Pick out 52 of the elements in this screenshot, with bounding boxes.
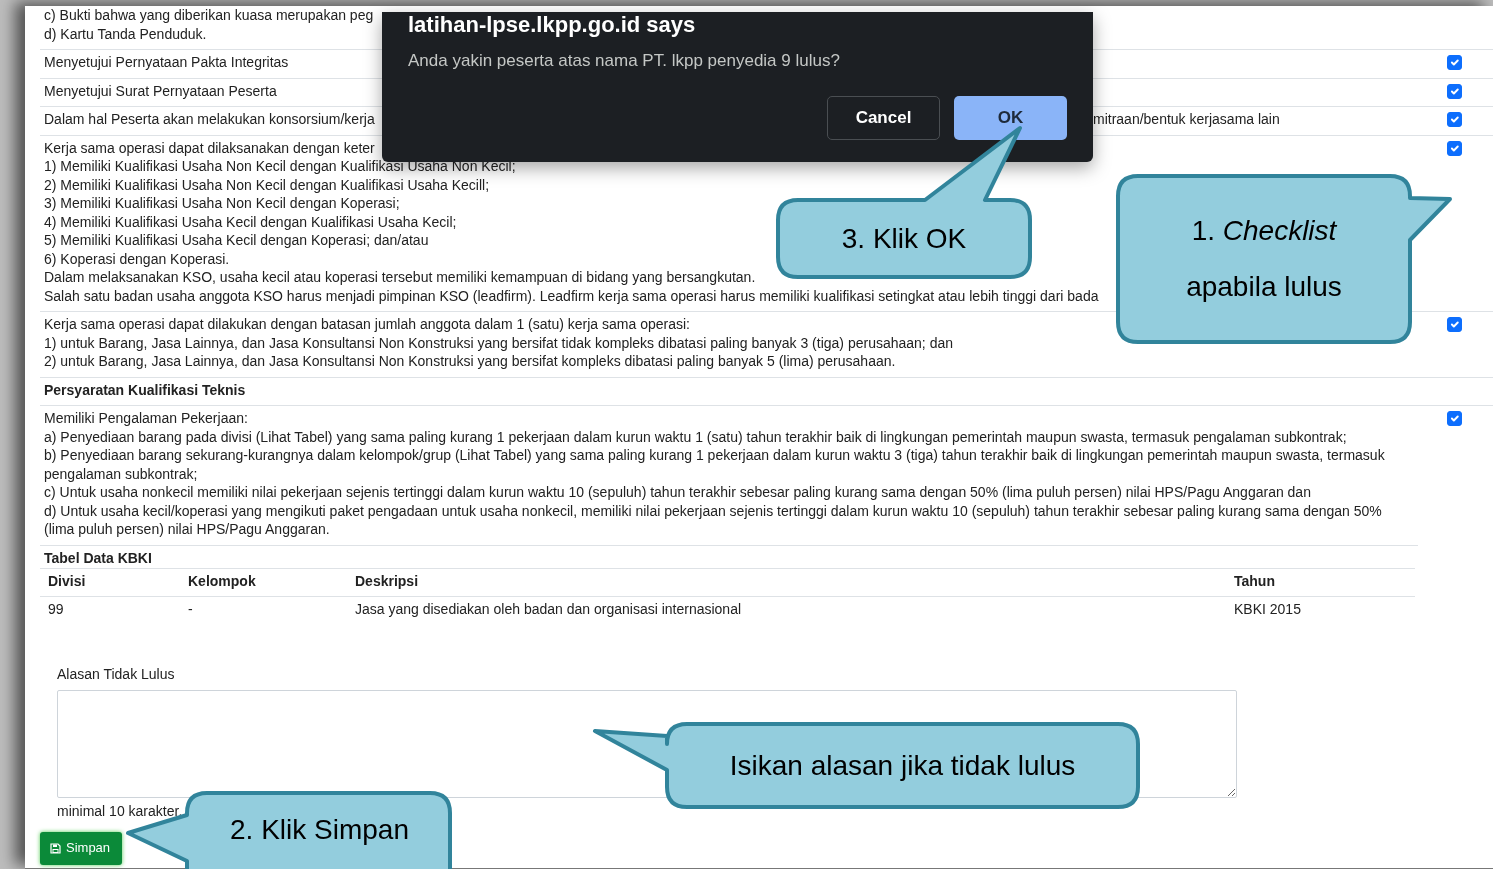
requirement-text: d) Kartu Tanda Penduduk. <box>44 24 207 43</box>
column-header: Deskripsi <box>347 568 1226 596</box>
checkbox[interactable] <box>1447 55 1462 70</box>
requirement-text: 2) Memiliki Kualifikasi Usaha Non Kecil dengan Kualifikasi Usaha Kecill; <box>44 175 490 194</box>
table-cell: KBKI 2015 <box>1226 595 1415 623</box>
requirement-text: mitraan/bentuk kerjasama lain <box>1093 110 1280 129</box>
table-cell: Jasa yang disediakan oleh badan dan organisasi internasional <box>347 595 1226 623</box>
requirement-text: Menyetujui Pernyataan Pakta Integritas <box>44 53 289 72</box>
field-label: Alasan Tidak Lulus <box>57 665 175 684</box>
callout-text: 3. Klik OK <box>841 221 967 256</box>
requirement-text: d) Untuk usaha kecil/koperasi yang mengikuti paket pengadaan untuk usaha nonkecil, memiliki nilai pekerjaan sejenis tertinggi dalam kurun waktu 10 (sepuluh) tahun terakhir sebesar paling kurang sama dengan 50% <box>44 501 1382 520</box>
requirement-text: Memiliki Pengalaman Pekerjaan: <box>44 409 248 428</box>
requirement-text: Salah satu badan usaha anggota KSO harus menjadi pimpinan KSO (leadfirm). Leadfirm kerja sama operasi harus memiliki kualifikasi setingkat atau lebih tinggi dari bada <box>44 286 1099 305</box>
table-title: Tabel Data KBKI <box>40 544 1418 568</box>
dialog-title: latihan-lpse.lkpp.go.id says <box>408 12 697 38</box>
requirement-text: Dalam hal Peserta akan melakukan konsorsium/kerja <box>44 111 375 127</box>
callout-text: 2. Klik Simpan <box>230 813 409 847</box>
table-cell: - <box>180 595 347 623</box>
requirement-text: 3) Memiliki Kualifikasi Usaha Non Kecil dengan Koperasi; <box>44 194 400 213</box>
requirement-text: a) Penyediaan barang pada divisi (Lihat Tabel) yang sama paling kurang 1 pekerjaan dalam kurun waktu 1 (satu) tahun terakhir baik di lingkungan pemerintah maupun swasta, termasuk pengalaman subkontrak; <box>44 427 1347 446</box>
column-header: Kelompok <box>180 568 347 596</box>
requirement-text: c) Untuk usaha nonkecil memiliki nilai pekerjaan sejenis tertinggi dalam kurun waktu 10 (sepuluh) tahun terakhir sebesar paling kurang sama dengan 50% (lima puluh persen) nilai HPS/Pagu Anggaran dan <box>44 483 1311 502</box>
callout-text: apabila lulus <box>1186 270 1342 304</box>
requirement-text: 1) untuk Barang, Jasa Lainnya, dan Jasa Konsultansi Non Konstruksi yang bersifat tidak kompleks dibatasi paling banyak 3 (tiga) perusahaan; dan <box>44 333 953 352</box>
checkbox[interactable] <box>1447 83 1462 99</box>
ok-button[interactable]: OK <box>954 95 1067 140</box>
hint-text: minimal 10 karakter. <box>57 801 183 820</box>
section-heading: Persyaratan Kualifikasi Teknis <box>44 380 246 399</box>
requirement-text: Kerja sama operasi dapat dilakukan dengan batasan jumlah anggota dalam 1 (satu) kerja sama operasi: <box>44 315 690 334</box>
requirement-text: Menyetujui Surat Pernyataan Peserta <box>44 81 277 100</box>
callout-text: 1. Checklist <box>1191 214 1337 248</box>
column-header: Tahun <box>1226 568 1415 596</box>
requirement-text: (lima puluh persen) nilai HPS/Pagu Anggaran. <box>44 520 330 539</box>
save-button[interactable]: Simpan <box>40 832 123 865</box>
requirement-text: 6) Koperasi dengan Koperasi. <box>44 249 230 268</box>
requirement-text: 2) untuk Barang, Jasa Lainnya, dan Jasa Konsultansi Non Konstruksi yang bersifat kompleks dibatasi paling banyak 5 (lima) perusahaan. <box>44 352 896 371</box>
checkbox[interactable] <box>1447 317 1462 332</box>
checkbox[interactable] <box>1447 112 1462 127</box>
callout-text: Isikan alasan jika tidak lulus <box>729 748 1076 783</box>
table-cell: 99 <box>40 595 180 623</box>
cancel-button[interactable]: Cancel <box>827 95 940 140</box>
dialog-message: Anda yakin peserta atas nama PT. lkpp penyedia 9 lulus? <box>408 50 841 72</box>
column-header: Divisi <box>40 568 180 596</box>
requirement-text: 5) Memiliki Kualifikasi Usaha Kecil dengan Koperasi; dan/atau <box>44 231 429 250</box>
requirement-text: b) Penyediaan barang sekurang-kurangnya dalam kelompok/grup (Lihat Tabel) yang sama paling kurang 1 pekerjaan dalam kurun waktu 3 (tiga) tahun terakhir baik di lingkungan pemerintah maupun swasta, termasuk <box>44 446 1385 465</box>
requirement-text: Dalam melaksanakan KSO, usaha kecil atau koperasi tersebut memiliki kemampuan di bidang yang bersangkutan. <box>44 268 756 287</box>
checkbox[interactable] <box>1447 411 1462 426</box>
requirement-text: 4) Memiliki Kualifikasi Usaha Kecil dengan Kualifikasi Usaha Kecil; <box>44 212 457 231</box>
checkbox[interactable] <box>1447 140 1462 156</box>
requirement-text: pengalaman subkontrak; <box>44 464 198 483</box>
requirement-text: c) Bukti bahwa yang diberikan kuasa merupakan peg <box>44 6 374 25</box>
requirement-text: Kerja sama operasi dapat dilaksanakan dengan keter <box>44 138 375 157</box>
